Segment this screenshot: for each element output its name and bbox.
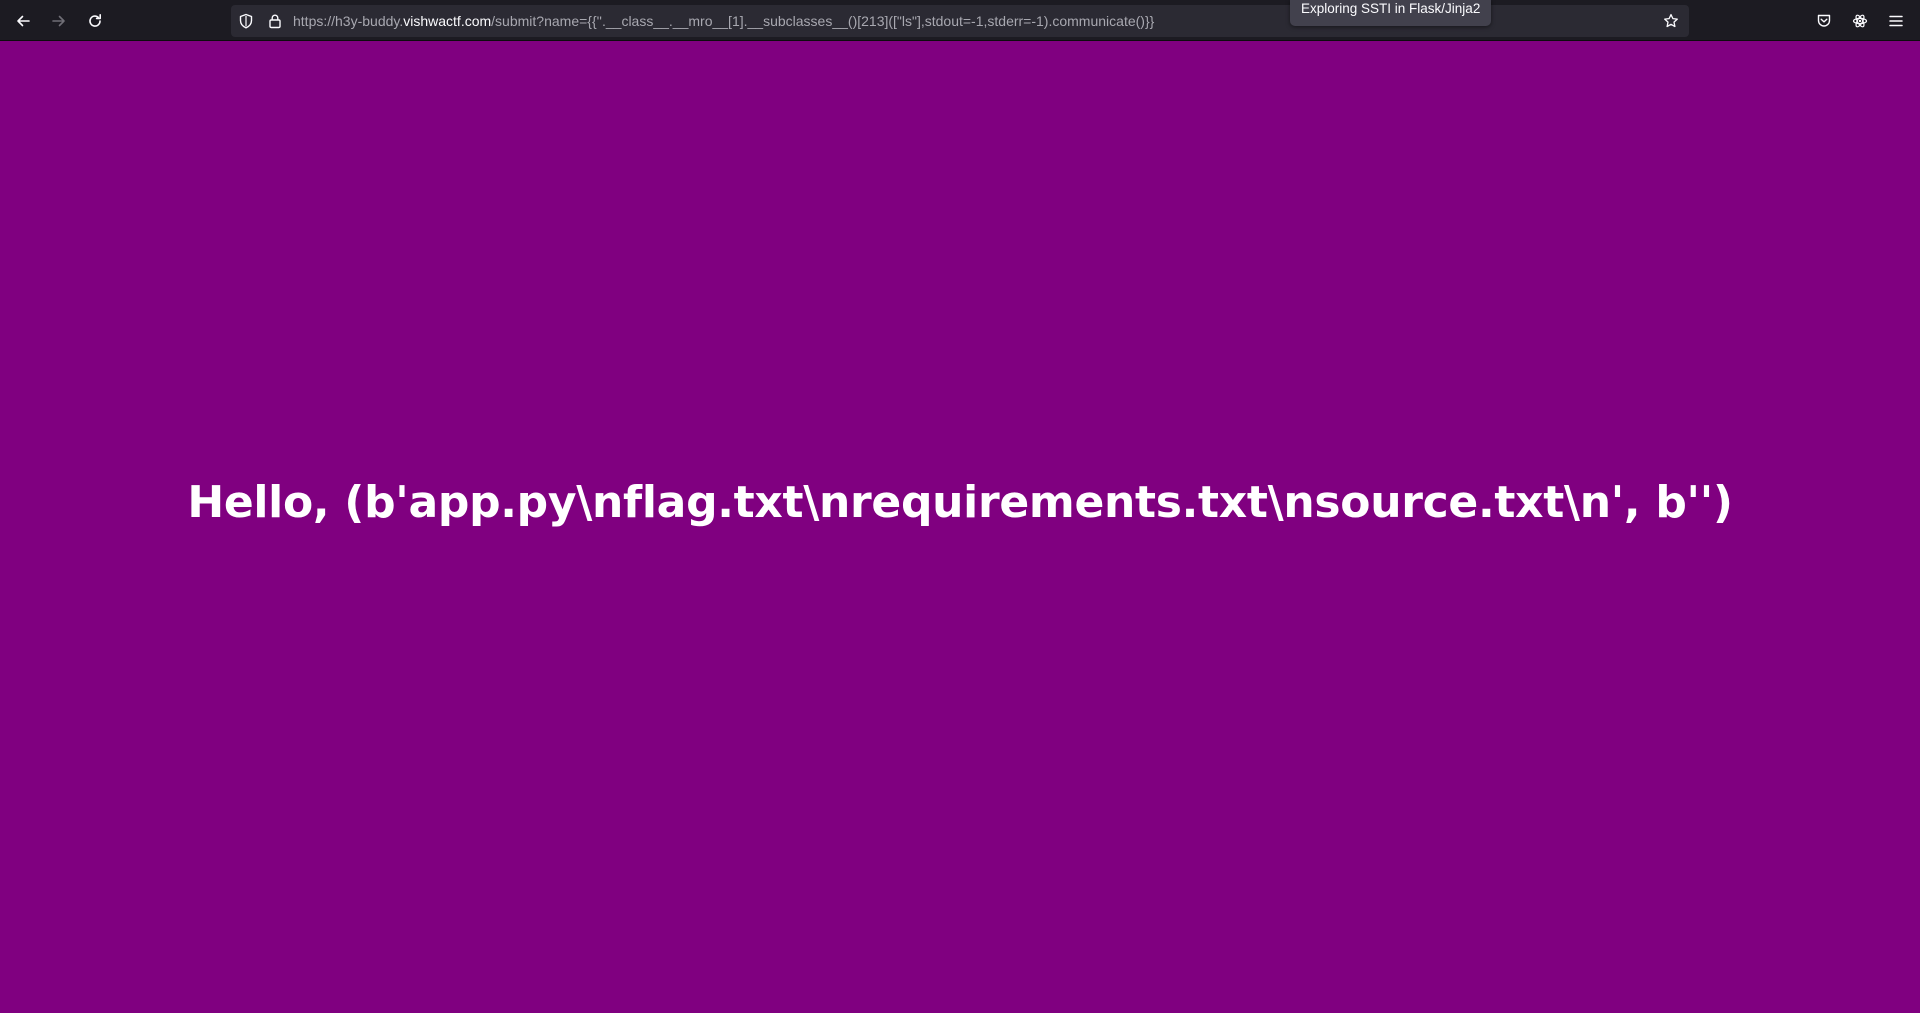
browser-toolbar: https://h3y-buddy.vishwactf.com/submit?n… [0,0,1920,41]
reload-button[interactable] [81,7,109,35]
atom-icon [1852,14,1868,28]
bookmark-button[interactable] [1661,11,1681,31]
hamburger-menu-icon [1889,15,1903,27]
extension-button[interactable] [1848,9,1872,33]
url-domain: vishwactf.com [403,13,492,29]
back-arrow-icon [17,15,30,27]
browser-window: https://h3y-buddy.vishwactf.com/submit?n… [0,0,1920,1013]
pocket-icon [1817,14,1831,27]
url-path: /submit?name={{''.__class__.__mro__[1]._… [491,13,1155,29]
url-prefix: https://h3y-buddy. [293,13,404,29]
reload-icon [89,14,101,27]
lock-icon[interactable] [267,13,283,29]
tab-tooltip: Exploring SSTI in Flask/Jinja2 [1290,0,1492,26]
app-menu-button[interactable] [1884,9,1908,33]
greeting-heading: Hello, (b'app.py\nflag.txt\nrequirements… [187,477,1733,528]
url-text[interactable]: https://h3y-buddy.vishwactf.com/submit?n… [293,5,1154,37]
shield-icon[interactable] [238,13,254,29]
star-icon [1664,13,1678,28]
page-content: Hello, (b'app.py\nflag.txt\nrequirements… [0,41,1920,1013]
forward-arrow-icon [52,15,65,27]
forward-button[interactable] [45,7,73,35]
pocket-button[interactable] [1812,9,1836,33]
back-button[interactable] [9,7,37,35]
